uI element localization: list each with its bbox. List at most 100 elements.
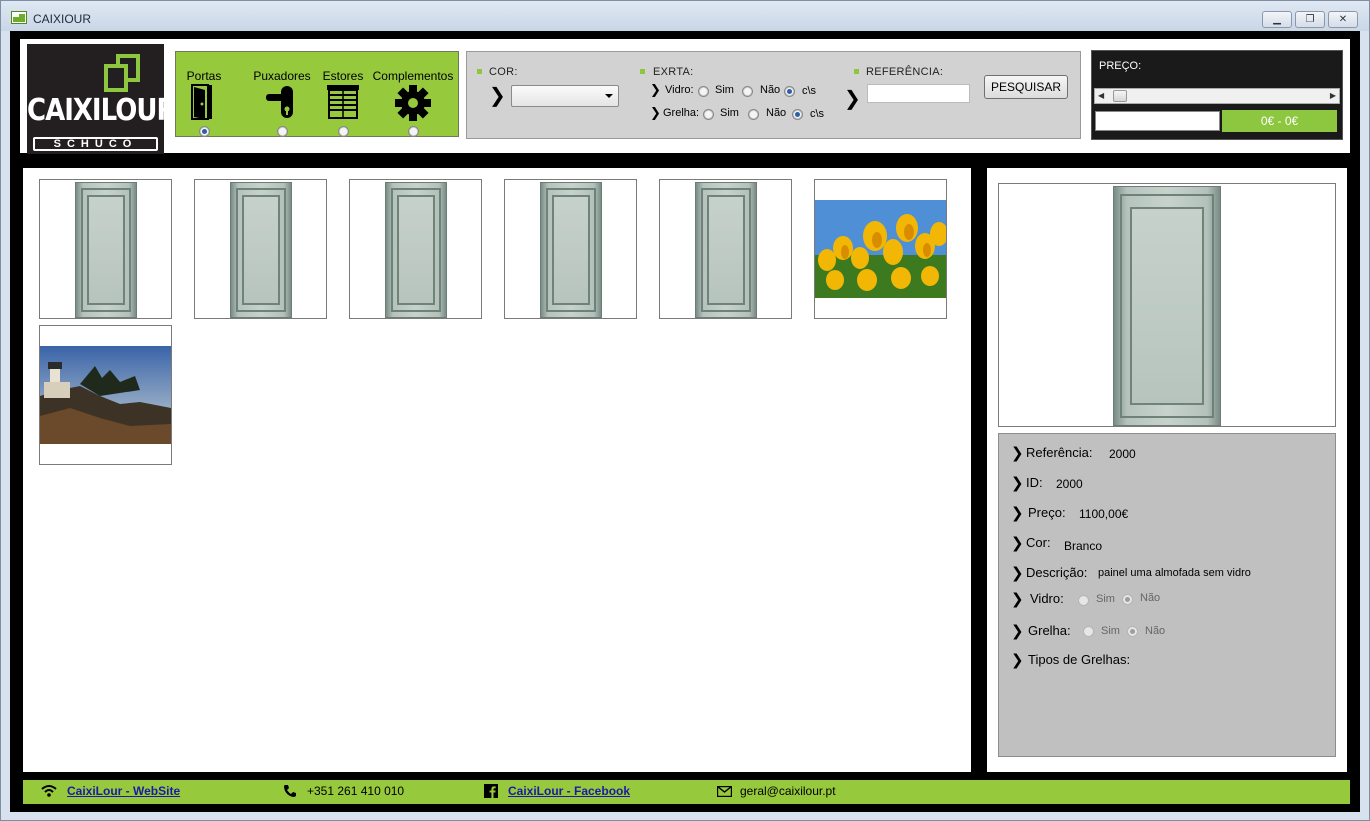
- vidro-sim-label: Sim: [715, 84, 734, 96]
- logo-brand: CAIXILOUR: [27, 93, 176, 129]
- detail-vidro-nao-radio: [1122, 594, 1133, 605]
- gallery-item[interactable]: [39, 325, 172, 465]
- minimize-icon: ▁: [1273, 14, 1281, 25]
- door-icon: [191, 84, 212, 120]
- search-button[interactable]: PESQUISAR: [984, 75, 1068, 99]
- detail-cor-value: Branco: [1064, 539, 1103, 553]
- app-icon: [11, 11, 27, 24]
- category-radio[interactable]: [408, 126, 419, 137]
- detail-id-label: ID:: [1026, 475, 1043, 490]
- vidro-sim-radio[interactable]: [698, 86, 709, 97]
- close-icon: ✕: [1338, 14, 1348, 25]
- filter-panel: COR: ❯ EXRTA: ❯ Vidro: Sim Não c\s ❯ Gre…: [466, 51, 1081, 139]
- grelha-nao-label: Não: [766, 107, 787, 119]
- vidro-nao-label: Não: [760, 84, 781, 96]
- gallery-item[interactable]: [349, 179, 482, 319]
- chevron-right-icon: ❯: [1011, 564, 1024, 582]
- detail-grelha-label: Grelha:: [1028, 623, 1071, 638]
- bullet-icon: [854, 69, 859, 74]
- grelha-cs-radio[interactable]: [792, 109, 803, 120]
- price-slider[interactable]: ◀ ▶: [1094, 88, 1340, 104]
- detail-referencia-label: Referência:: [1026, 445, 1093, 460]
- category-label: Complementos: [372, 69, 454, 83]
- logo: CAIXILOUR SCHÜCO: [27, 44, 176, 154]
- handle-icon: [266, 86, 293, 118]
- shutter-icon: [327, 85, 359, 119]
- footer-website: CaixiLour - WebSite: [41, 784, 180, 798]
- category-panel: Portas Puxadores Estores Complementos: [175, 51, 459, 137]
- category-label: Puxadores: [253, 69, 311, 83]
- category-portas[interactable]: Portas: [178, 52, 230, 138]
- phone-number: +351 261 410 010: [307, 784, 405, 798]
- gallery-item[interactable]: [504, 179, 637, 319]
- category-label: Portas: [186, 69, 222, 83]
- price-slider-thumb[interactable]: [1113, 90, 1127, 102]
- detail-tipos-label: Tipos de Grelhas:: [1028, 652, 1131, 667]
- mail-icon: [717, 785, 732, 797]
- category-radio[interactable]: [277, 126, 288, 137]
- detail-image: [998, 183, 1336, 427]
- detail-grelha-nao-radio: [1127, 626, 1138, 637]
- door-image: [75, 182, 137, 318]
- door-image: [230, 182, 292, 318]
- detail-preco-value: 1100,00€: [1079, 507, 1129, 521]
- grelha-sim-radio[interactable]: [703, 109, 714, 120]
- gallery-item[interactable]: [659, 179, 792, 319]
- maximize-button[interactable]: ❐: [1295, 11, 1325, 28]
- gallery-item[interactable]: [814, 179, 947, 319]
- minimize-button[interactable]: ▁: [1262, 11, 1292, 28]
- bullet-icon: [477, 69, 482, 74]
- lighthouse-image: [40, 346, 171, 444]
- window-title: CAIXIOUR: [33, 12, 92, 26]
- gallery-item[interactable]: [194, 179, 327, 319]
- referencia-input[interactable]: [867, 84, 970, 103]
- detail-vidro-sim-radio: [1078, 595, 1089, 606]
- detail-grelha-nao-label: Não: [1145, 625, 1166, 637]
- category-radio[interactable]: [199, 126, 210, 137]
- grelha-label: Grelha:: [663, 107, 700, 119]
- category-complementos[interactable]: Complementos: [370, 52, 456, 138]
- tulips-image: [815, 200, 946, 298]
- facebook-icon: [484, 784, 498, 798]
- chevron-right-icon: ❯: [489, 83, 506, 107]
- title-bar[interactable]: CAIXIOUR ▁ ❐ ✕: [1, 1, 1369, 31]
- facebook-link[interactable]: CaixiLour - Facebook: [508, 784, 630, 798]
- footer: CaixiLour - WebSite +351 261 410 010 Cai…: [23, 780, 1350, 804]
- close-button[interactable]: ✕: [1328, 11, 1358, 28]
- category-radio[interactable]: [338, 126, 349, 137]
- vidro-nao-radio[interactable]: [742, 86, 753, 97]
- gallery-item[interactable]: [39, 179, 172, 319]
- price-input[interactable]: [1095, 111, 1220, 131]
- category-estores[interactable]: Estores: [318, 52, 368, 138]
- scroll-left-icon[interactable]: ◀: [1098, 91, 1104, 100]
- grelha-sim-label: Sim: [720, 107, 739, 119]
- chevron-right-icon: ❯: [1011, 590, 1024, 608]
- website-link[interactable]: CaixiLour - WebSite: [67, 784, 180, 798]
- door-image: [540, 182, 602, 318]
- chevron-right-icon: ❯: [1011, 474, 1024, 492]
- cor-label: COR:: [489, 66, 518, 78]
- chevron-right-icon: ❯: [844, 86, 861, 110]
- footer-email: geral@caixilour.pt: [717, 784, 836, 798]
- door-image: [695, 182, 757, 318]
- door-image: [385, 182, 447, 318]
- chevron-right-icon: ❯: [1011, 651, 1024, 669]
- wifi-icon: [41, 785, 57, 797]
- scroll-right-icon[interactable]: ▶: [1330, 91, 1336, 100]
- grelha-nao-radio[interactable]: [748, 109, 759, 120]
- referencia-label: REFERÊNCIA:: [866, 66, 944, 78]
- footer-facebook: CaixiLour - Facebook: [484, 784, 630, 798]
- detail-preco-label: Preço:: [1028, 505, 1066, 520]
- client-area: CAIXILOUR SCHÜCO Portas Puxadores Estore…: [10, 31, 1360, 812]
- logo-sub: SCHÜCO: [33, 137, 158, 151]
- detail-vidro-nao-label: Não: [1140, 592, 1161, 604]
- detail-info: ❯ Referência: 2000 ❯ ID: 2000 ❯ Preço: 1…: [998, 433, 1336, 757]
- vidro-cs-radio[interactable]: [784, 86, 795, 97]
- vidro-cs-label: c\s: [802, 85, 817, 97]
- cor-select[interactable]: [511, 85, 619, 107]
- chevron-right-icon: ❯: [650, 83, 661, 98]
- phone-icon: [284, 785, 296, 797]
- category-puxadores[interactable]: Puxadores: [246, 52, 318, 138]
- price-label: PREÇO:: [1099, 60, 1142, 72]
- detail-descricao-label: Descrição:: [1026, 565, 1088, 580]
